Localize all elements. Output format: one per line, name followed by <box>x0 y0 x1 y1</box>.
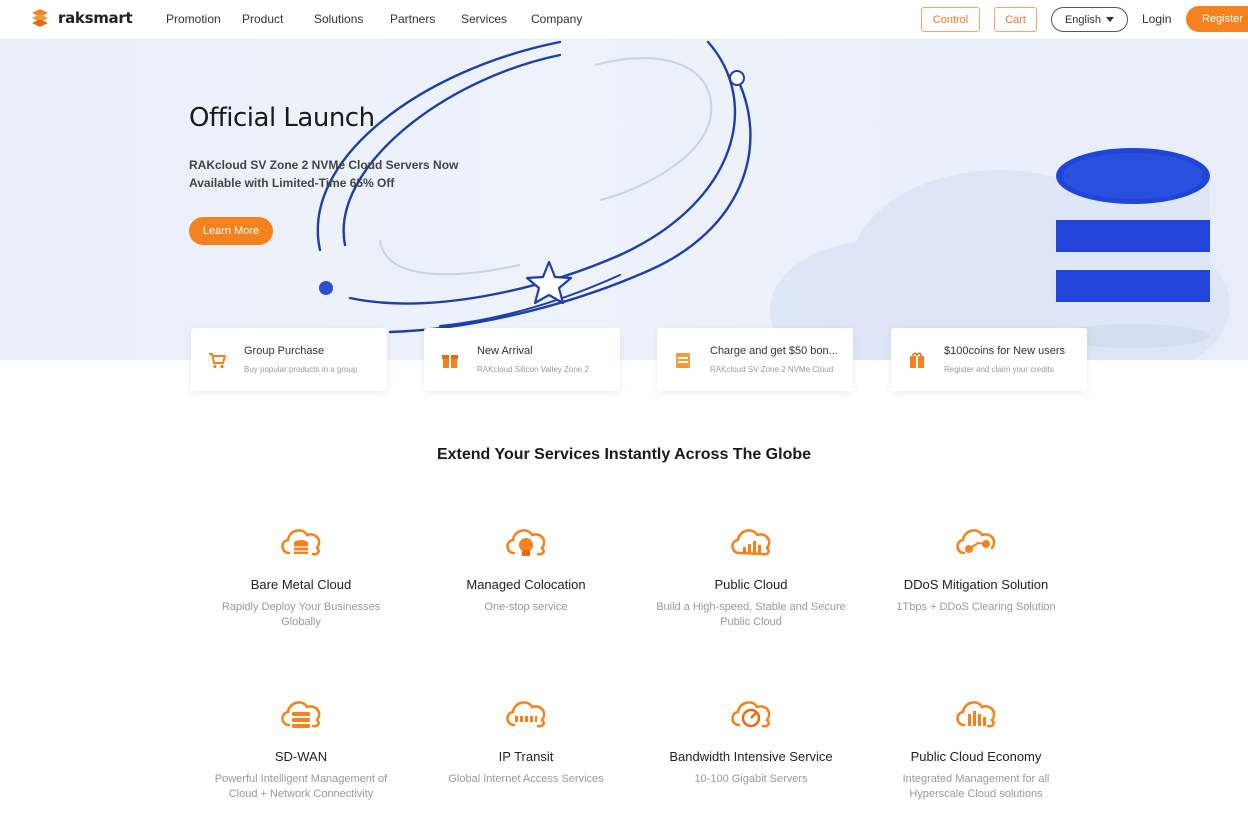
service-bandwidth-intensive[interactable]: Bandwidth Intensive Service 10-100 Gigab… <box>651 693 851 787</box>
service-desc: 1Tbps + DDoS Clearing Solution <box>896 601 1056 613</box>
hero-subtitle: RAKcloud SV Zone 2 NVMe Cloud Servers No… <box>189 158 459 190</box>
gauge-cloud-icon <box>731 701 771 728</box>
database-icon <box>1056 148 1210 348</box>
service-desc: Powerful Intelligent Management of Cloud… <box>214 773 388 800</box>
promo-title: $100coins for New users <box>944 345 1066 357</box>
login-link[interactable]: Login <box>1142 12 1171 26</box>
service-desc: One-stop service <box>484 601 568 613</box>
service-title: Managed Colocation <box>466 577 586 592</box>
main-nav: Promotion Product Solutions Partners Ser… <box>166 12 601 26</box>
service-bare-metal-cloud[interactable]: Bare Metal Cloud Rapidly Deploy Your Bus… <box>201 521 401 630</box>
service-title: DDoS Mitigation Solution <box>903 577 1049 592</box>
promo-title: Group Purchase <box>244 345 325 357</box>
service-desc: Build a High-speed, Stable and Secure Pu… <box>656 601 846 628</box>
orbit-dot <box>319 281 333 295</box>
service-title: SD-WAN <box>274 749 328 764</box>
logo-icon <box>32 9 48 27</box>
promo-card-new-arrival[interactable]: New Arrival RAKcloud Silicon Valley Zone… <box>424 328 620 391</box>
promo-desc: RAKcloud Silicon Valley Zone 2 <box>477 365 589 374</box>
hero-banner: Official Launch RAKcloud SV Zone 2 NVMe … <box>0 40 1248 360</box>
promo-title: Charge and get $50 bon... <box>710 345 838 357</box>
hero-illustration <box>316 40 1230 360</box>
promo-desc: Buy popular products in a group <box>244 365 358 374</box>
hero-title: Official Launch <box>189 103 375 133</box>
database-cloud-icon <box>281 529 321 556</box>
service-managed-colocation[interactable]: Managed Colocation One-stop service <box>426 521 626 615</box>
service-public-cloud-economy[interactable]: Public Cloud Economy Integrated Manageme… <box>876 693 1076 802</box>
nav-item-promotion[interactable]: Promotion <box>166 12 242 26</box>
register-button[interactable]: Register <box>1186 6 1248 32</box>
gift-icon <box>442 355 458 368</box>
nav-item-solutions[interactable]: Solutions <box>314 12 390 26</box>
cart-button[interactable]: Cart <box>994 7 1037 32</box>
logo-text: raksmart <box>58 9 133 27</box>
top-header: raksmart Promotion Product Solutions Par… <box>0 0 1248 40</box>
promo-desc: RAKcloud SV Zone 2 NVMe Cloud <box>710 365 834 374</box>
server-cloud-icon <box>506 529 546 556</box>
service-title: Bare Metal Cloud <box>250 577 352 592</box>
service-title: Public Cloud <box>714 577 788 592</box>
service-desc: 10-100 Gigabit Servers <box>694 773 808 785</box>
network-cloud-icon <box>506 701 546 728</box>
layers-cloud-icon <box>281 701 321 728</box>
nav-item-services[interactable]: Services <box>461 12 531 26</box>
service-title: Bandwidth Intensive Service <box>669 749 833 764</box>
coin-gift-icon <box>910 352 924 368</box>
learn-more-button[interactable]: Learn More <box>189 217 273 245</box>
language-label: English <box>1064 13 1102 26</box>
section-title: Extend Your Services Instantly Across Th… <box>436 446 812 463</box>
service-desc: Rapidly Deploy Your Businesses Globally <box>221 601 381 628</box>
promo-card-new-users[interactable]: $100coins for New users Register and cla… <box>891 328 1087 391</box>
service-ddos-mitigation[interactable]: DDoS Mitigation Solution 1Tbps + DDoS Cl… <box>876 521 1076 615</box>
service-ip-transit[interactable]: IP Transit Global Internet Access Servic… <box>426 693 626 787</box>
card-icon <box>676 353 690 368</box>
promo-card-charge[interactable]: Charge and get $50 bon... RAKcloud SV Zo… <box>657 328 853 391</box>
promo-card-group-purchase[interactable]: Group Purchase Buy popular products in a… <box>191 328 387 391</box>
service-sd-wan[interactable]: SD-WAN Powerful Intelligent Management o… <box>201 693 401 802</box>
nav-item-company[interactable]: Company <box>531 12 601 26</box>
orbit-node <box>729 70 745 86</box>
page: raksmart Promotion Product Solutions Par… <box>0 0 1248 832</box>
service-desc: Global Internet Access Services <box>448 773 604 785</box>
cart-icon <box>209 353 227 369</box>
bars-cloud-icon <box>956 701 996 728</box>
service-desc: Integrated Management for all Hyperscale… <box>902 773 1050 800</box>
service-title: IP Transit <box>498 749 554 764</box>
promo-desc: Register and claim your credits <box>944 365 1054 374</box>
caret-down-icon <box>1106 16 1115 22</box>
logo[interactable]: raksmart <box>28 6 133 30</box>
nav-item-product[interactable]: Product <box>242 12 314 26</box>
control-button[interactable]: Control <box>921 7 980 32</box>
shield-cloud-icon <box>956 529 996 555</box>
nav-item-partners[interactable]: Partners <box>390 12 461 26</box>
service-title: Public Cloud Economy <box>910 749 1042 764</box>
promo-title: New Arrival <box>477 345 533 357</box>
service-public-cloud[interactable]: Public Cloud Build a High-speed, Stable … <box>651 521 851 630</box>
chart-cloud-icon <box>731 529 771 556</box>
language-select[interactable]: English <box>1051 7 1128 32</box>
